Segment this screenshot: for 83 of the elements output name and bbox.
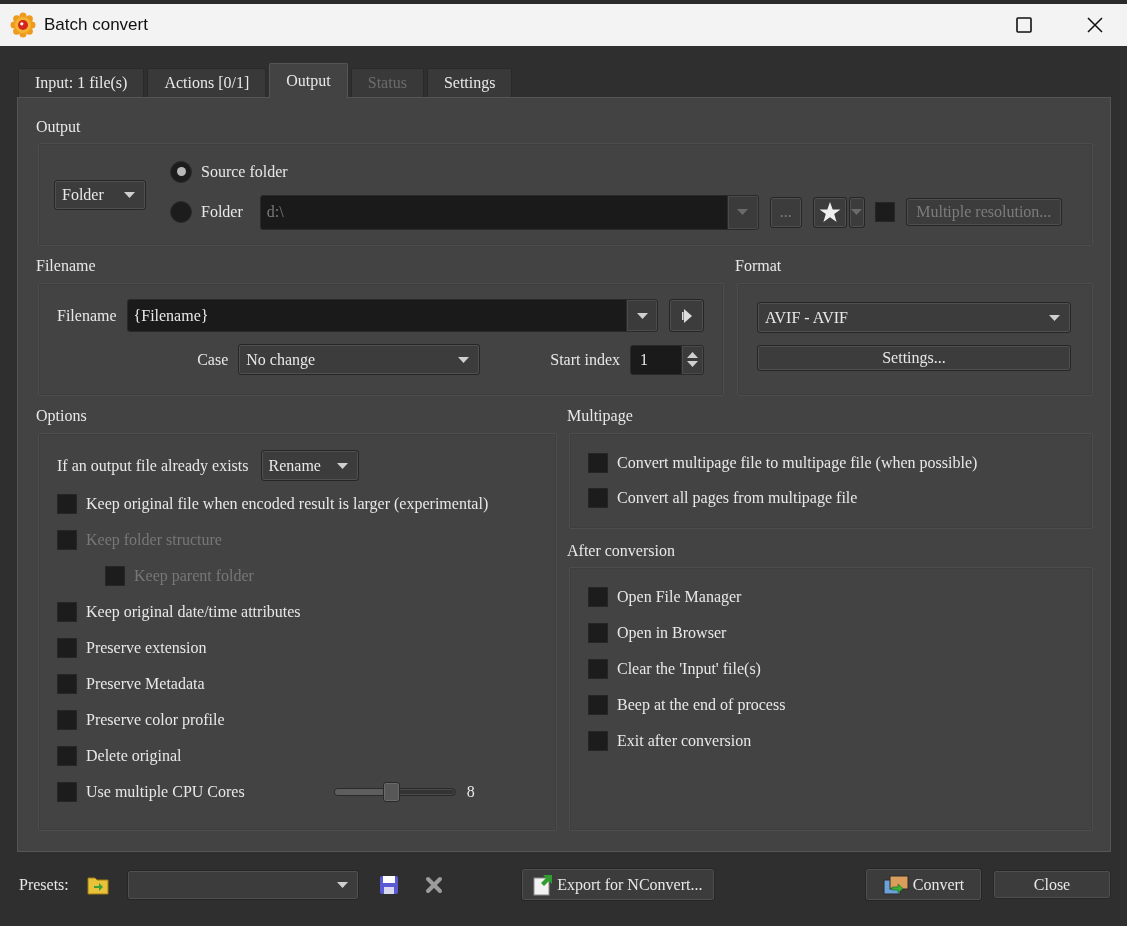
checkbox-label: Open File Manager <box>617 587 742 607</box>
radio-button[interactable] <box>170 201 192 223</box>
section-title: Options <box>36 406 87 426</box>
checkbox-label: Preserve color profile <box>86 710 225 730</box>
radio-button[interactable] <box>170 160 192 183</box>
checkbox-label: Preserve extension <box>86 638 207 658</box>
checkbox-label: Delete original <box>86 746 182 766</box>
checkbox-label: Open in Browser <box>617 623 727 643</box>
field-label: Case <box>197 349 229 370</box>
section-title: After conversion <box>567 541 675 561</box>
caret-icon <box>1049 314 1060 321</box>
field-label: Filename <box>57 305 117 326</box>
section-title: Output <box>36 117 81 137</box>
caret-icon <box>336 462 348 469</box>
checkbox[interactable] <box>57 674 77 694</box>
close-dialog-button[interactable]: Close <box>993 870 1111 899</box>
field-label: Start index <box>550 349 620 370</box>
maximize-icon <box>1016 17 1032 33</box>
radio-label: Source folder <box>201 161 288 182</box>
slider-thumb[interactable] <box>383 782 401 802</box>
up-arrow-icon[interactable] <box>687 352 698 358</box>
checkbox[interactable] <box>57 746 77 766</box>
checkbox[interactable] <box>588 695 608 715</box>
file-exists-dropdown[interactable]: Rename <box>260 450 359 481</box>
presets-label: Presets: <box>19 874 69 895</box>
play-icon <box>681 308 692 323</box>
presets-dropdown[interactable] <box>126 869 359 900</box>
checkbox[interactable] <box>588 659 608 679</box>
format-dropdown[interactable]: AVIF - AVIF <box>757 302 1071 333</box>
checkbox-label: Keep original file when encoded result is larger (experimental) <box>86 494 489 514</box>
checkbox-label: Convert all pages from multipage file <box>617 487 858 508</box>
checkbox[interactable] <box>588 487 608 508</box>
folder-icon[interactable] <box>86 874 109 895</box>
slider-value: 8 <box>466 782 475 802</box>
checkbox[interactable] <box>588 731 608 751</box>
section-title: Multipage <box>567 406 633 426</box>
checkbox-label: Use multiple CPU Cores <box>86 782 245 802</box>
checkbox[interactable] <box>57 710 77 730</box>
save-icon[interactable] <box>378 874 399 895</box>
checkbox[interactable] <box>588 623 608 643</box>
caret-icon <box>336 881 348 888</box>
delete-icon[interactable] <box>424 875 443 894</box>
checkbox-label: Convert multipage file to multipage file (when possible) <box>617 452 978 473</box>
caret-icon <box>737 209 749 215</box>
tab[interactable]: Settings <box>426 68 513 97</box>
close-icon <box>1087 17 1103 33</box>
format-settings-button[interactable]: Settings... <box>757 345 1071 371</box>
checkbox[interactable] <box>57 638 77 658</box>
caret-icon <box>636 312 648 319</box>
checkbox[interactable] <box>588 452 608 473</box>
window-title: Batch convert <box>44 15 148 35</box>
caret-icon <box>458 356 470 363</box>
section-title: Format <box>735 256 782 276</box>
checkbox-label: Preserve Metadata <box>86 674 205 694</box>
convert-button[interactable]: Convert <box>865 868 982 901</box>
favorites-button[interactable] <box>812 196 847 228</box>
field-label: If an output file already exists <box>57 455 249 476</box>
checkbox-label: Exit after conversion <box>617 731 752 751</box>
checkbox-label: Clear the 'Input' file(s) <box>617 659 761 679</box>
checkbox[interactable] <box>57 602 77 622</box>
insert-button[interactable] <box>669 299 704 332</box>
case-dropdown[interactable]: No change <box>238 344 481 375</box>
checkbox[interactable] <box>588 587 608 607</box>
checkbox-label: Keep original date/time attributes <box>86 602 301 622</box>
destination-dropdown[interactable]: Folder <box>54 179 146 210</box>
section-title: Filename <box>36 256 96 276</box>
checkbox-label: Beep at the end of process <box>617 695 786 715</box>
document-arrow-icon <box>533 873 554 896</box>
checkbox[interactable] <box>57 782 77 802</box>
tab[interactable]: Actions [0/1] <box>147 68 267 97</box>
caret-icon <box>124 191 135 198</box>
filename-field[interactable]: {Filename} <box>126 299 658 332</box>
picture-arrow-icon <box>882 874 909 895</box>
tab[interactable]: Output <box>269 63 348 98</box>
star-icon <box>818 201 841 223</box>
down-arrow-icon[interactable] <box>687 361 698 367</box>
caret-icon <box>851 209 863 215</box>
export-button[interactable]: Export for NConvert... <box>520 868 715 901</box>
tab[interactable]: Input: 1 file(s) <box>18 68 145 97</box>
checkbox[interactable] <box>57 494 77 514</box>
radio-label: Folder <box>201 202 243 222</box>
logo-icon <box>10 12 36 38</box>
start-index-field[interactable]: 1 <box>630 344 704 375</box>
